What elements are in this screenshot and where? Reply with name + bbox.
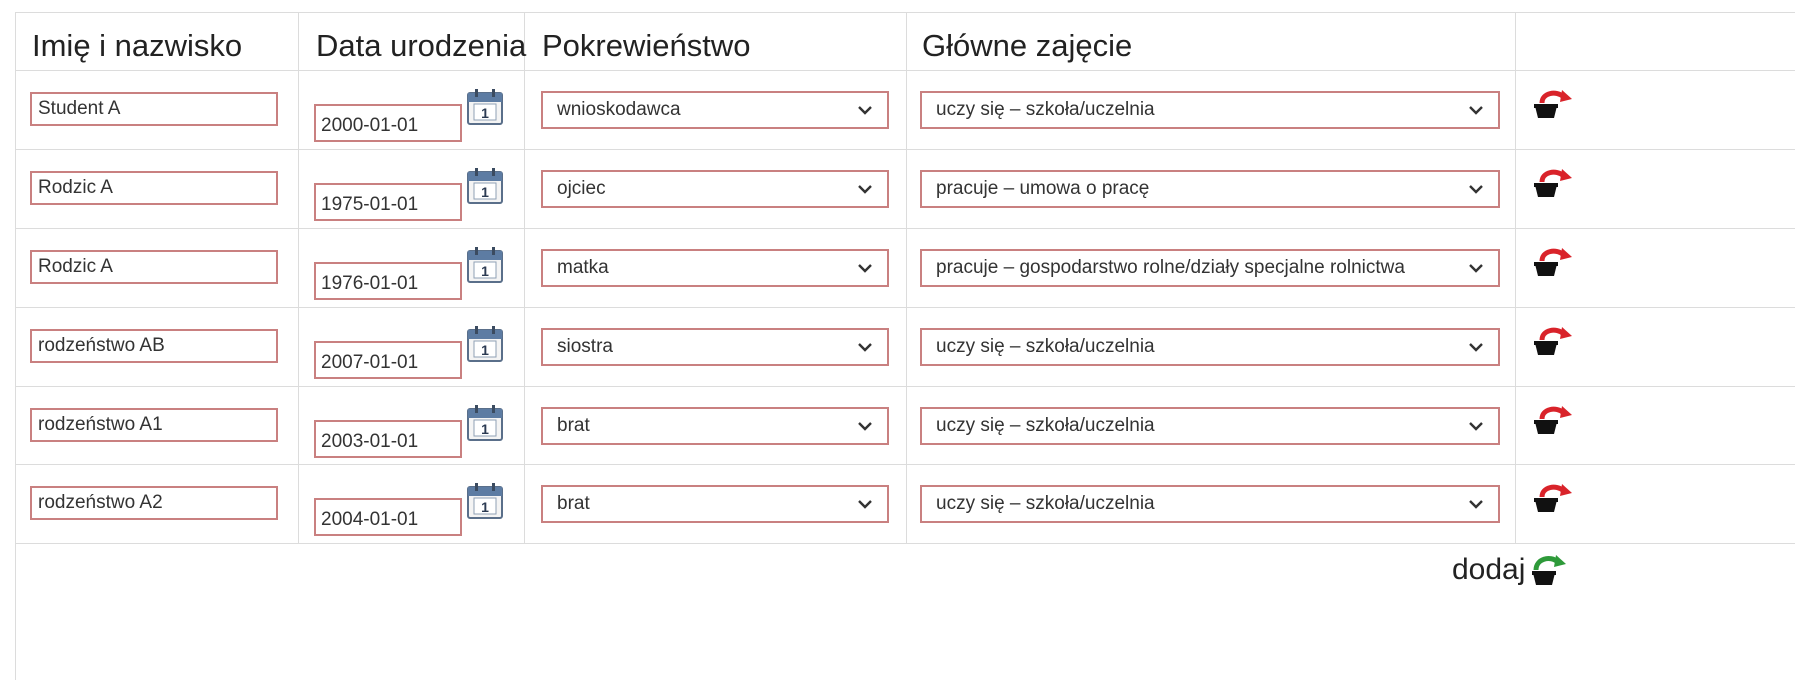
- relation-value: wnioskodawca: [557, 99, 681, 120]
- occupation-select[interactable]: uczy się – szkoła/uczelnia: [920, 91, 1500, 129]
- row-divider: [15, 464, 1795, 465]
- occupation-select[interactable]: uczy się – szkoła/uczelnia: [920, 407, 1500, 445]
- occupation-select[interactable]: pracuje – umowa o pracę: [920, 170, 1500, 208]
- chevron-down-icon: [1469, 422, 1483, 431]
- remove-row-icon[interactable]: [1532, 166, 1572, 200]
- calendar-day-label: 1: [481, 421, 489, 437]
- relation-select[interactable]: siostra: [541, 328, 889, 366]
- name-input[interactable]: Rodzic A: [30, 171, 278, 205]
- calendar-icon[interactable]: 1: [466, 404, 504, 442]
- relation-select[interactable]: ojciec: [541, 170, 889, 208]
- remove-row-icon[interactable]: [1532, 403, 1572, 437]
- add-row-label: dodaj: [1452, 553, 1526, 586]
- column-divider: [1515, 12, 1516, 543]
- add-row-icon: [1532, 555, 1566, 585]
- chevron-down-icon: [858, 185, 872, 194]
- header-date-of-birth: Data urodzenia: [316, 28, 527, 63]
- relation-value: matka: [557, 257, 609, 278]
- header-occupation: Główne zajęcie: [922, 28, 1133, 63]
- header-name: Imię i nazwisko: [32, 28, 243, 63]
- relation-select[interactable]: brat: [541, 485, 889, 523]
- date-of-birth-input[interactable]: 2000-01-01: [314, 104, 462, 142]
- occupation-select[interactable]: uczy się – szkoła/uczelnia: [920, 328, 1500, 366]
- name-input[interactable]: Student A: [30, 92, 278, 126]
- row-divider: [15, 307, 1795, 308]
- occupation-value: pracuje – gospodarstwo rolne/działy spec…: [936, 257, 1405, 278]
- calendar-icon[interactable]: 1: [466, 482, 504, 520]
- occupation-value: uczy się – szkoła/uczelnia: [936, 99, 1155, 120]
- chevron-down-icon: [858, 422, 872, 431]
- date-of-birth-input[interactable]: 2007-01-01: [314, 341, 462, 379]
- remove-row-icon[interactable]: [1532, 87, 1572, 121]
- column-divider: [524, 12, 525, 543]
- name-input[interactable]: Rodzic A: [30, 250, 278, 284]
- remove-row-icon[interactable]: [1532, 481, 1572, 515]
- calendar-day-label: 1: [481, 105, 489, 121]
- chevron-down-icon: [1469, 185, 1483, 194]
- row-divider: [15, 149, 1795, 150]
- chevron-down-icon: [858, 343, 872, 352]
- name-input[interactable]: rodzeństwo A2: [30, 486, 278, 520]
- row-divider: [15, 228, 1795, 229]
- date-of-birth-input[interactable]: 1975-01-01: [314, 183, 462, 221]
- occupation-select[interactable]: uczy się – szkoła/uczelnia: [920, 485, 1500, 523]
- column-divider: [298, 12, 299, 543]
- relation-value: brat: [557, 493, 590, 514]
- chevron-down-icon: [858, 106, 872, 115]
- chevron-down-icon: [1469, 264, 1483, 273]
- column-divider: [15, 12, 16, 680]
- chevron-down-icon: [1469, 500, 1483, 509]
- occupation-value: uczy się – szkoła/uczelnia: [936, 493, 1155, 514]
- relation-select[interactable]: matka: [541, 249, 889, 287]
- row-divider: [15, 70, 1795, 71]
- calendar-icon[interactable]: 1: [466, 246, 504, 284]
- occupation-value: pracuje – umowa o pracę: [936, 178, 1150, 199]
- relation-value: siostra: [557, 336, 613, 357]
- header-relation: Pokrewieństwo: [542, 28, 751, 63]
- occupation-value: uczy się – szkoła/uczelnia: [936, 415, 1155, 436]
- relation-value: brat: [557, 415, 590, 436]
- remove-row-icon[interactable]: [1532, 324, 1572, 358]
- occupation-select[interactable]: pracuje – gospodarstwo rolne/działy spec…: [920, 249, 1500, 287]
- row-divider: [15, 543, 1795, 544]
- chevron-down-icon: [858, 500, 872, 509]
- chevron-down-icon: [858, 264, 872, 273]
- date-of-birth-input[interactable]: 2004-01-01: [314, 498, 462, 536]
- table-top-border: [15, 12, 1795, 13]
- chevron-down-icon: [1469, 343, 1483, 352]
- relation-value: ojciec: [557, 178, 606, 199]
- calendar-day-label: 1: [481, 342, 489, 358]
- chevron-down-icon: [1469, 106, 1483, 115]
- calendar-icon[interactable]: 1: [466, 325, 504, 363]
- row-divider: [15, 386, 1795, 387]
- calendar-icon[interactable]: 1: [466, 88, 504, 126]
- calendar-day-label: 1: [481, 184, 489, 200]
- date-of-birth-input[interactable]: 2003-01-01: [314, 420, 462, 458]
- calendar-icon[interactable]: 1: [466, 167, 504, 205]
- name-input[interactable]: rodzeństwo AB: [30, 329, 278, 363]
- column-divider: [906, 12, 907, 543]
- date-of-birth-input[interactable]: 1976-01-01: [314, 262, 462, 300]
- relation-select[interactable]: brat: [541, 407, 889, 445]
- occupation-value: uczy się – szkoła/uczelnia: [936, 336, 1155, 357]
- relation-select[interactable]: wnioskodawca: [541, 91, 889, 129]
- name-input[interactable]: rodzeństwo A1: [30, 408, 278, 442]
- remove-row-icon[interactable]: [1532, 245, 1572, 279]
- calendar-day-label: 1: [481, 499, 489, 515]
- calendar-day-label: 1: [481, 263, 489, 279]
